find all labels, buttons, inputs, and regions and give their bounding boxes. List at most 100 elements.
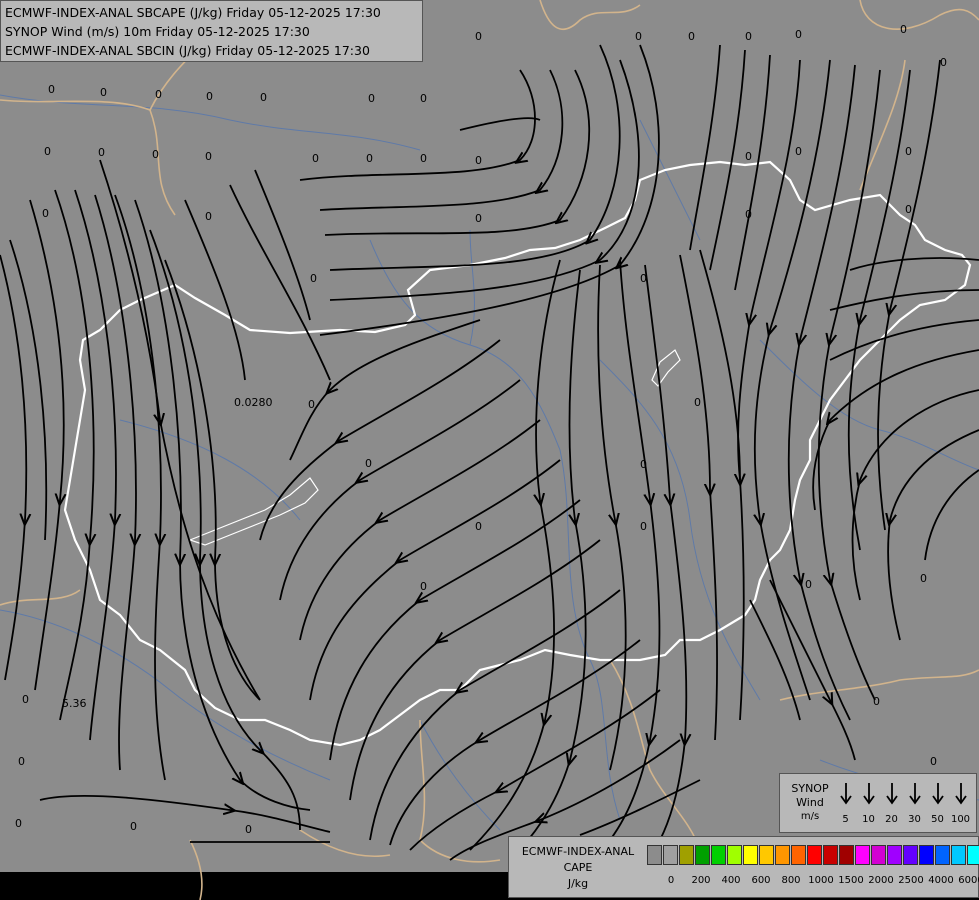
wind-arrow-icon: [885, 783, 898, 805]
wind-streamlines: [0, 44, 979, 861]
map-title-box: ECMWF-INDEX-ANAL SBCAPE (J/kg) Friday 05…: [0, 0, 423, 62]
cape-color-swatch: [950, 845, 966, 865]
cape-color-swatch: [902, 845, 918, 865]
map-value-label: 0: [905, 145, 912, 158]
map-value-label: 0: [930, 755, 937, 768]
cape-tick-label: 2500: [898, 875, 924, 886]
cape-legend-title-line2: CAPE: [563, 861, 593, 874]
cape-color-swatch: [758, 845, 775, 865]
wind-barb-50: 50: [926, 782, 949, 825]
cape-color-scale: [647, 845, 979, 865]
map-value-label: 0: [475, 30, 482, 43]
cape-tick-label: 0: [667, 875, 675, 886]
cape-tick-label: 1000: [808, 875, 834, 886]
wind-barb-5: 5: [834, 782, 857, 825]
map-value-label: 0: [640, 520, 647, 533]
map-value-label: 0: [745, 150, 752, 163]
map-value-label: 0: [48, 83, 55, 96]
map-value-label: 0: [260, 91, 267, 104]
map-value-label: 0: [155, 88, 162, 101]
map-value-label: 0: [15, 817, 22, 830]
cape-legend-unit: J/kg: [567, 877, 589, 890]
wind-speed-label: 30: [908, 814, 921, 825]
title-line-wind: SYNOP Wind (m/s) 10m Friday 05-12-2025 1…: [5, 24, 310, 39]
cape-legend: ECMWF-INDEX-ANAL CAPE J/kg 0 200 400 600 800…: [508, 836, 979, 898]
wind-speed-label: 100: [950, 814, 971, 825]
wind-legend-title: SYNOP Wind m/s: [782, 782, 838, 824]
wind-speed-label: 20: [885, 814, 898, 825]
map-value-label: 0: [940, 56, 947, 69]
map-value-label: 0: [312, 152, 319, 165]
cape-legend-title-line1: ECMWF-INDEX-ANAL: [521, 845, 635, 858]
cape-color-swatch: [726, 845, 743, 865]
wind-legend-title-line2: Wind: [796, 796, 824, 809]
cape-tick-label: 6000: [958, 875, 979, 886]
cape-legend-title: ECMWF-INDEX-ANAL CAPE J/kg: [513, 844, 643, 892]
map-value-label: 0: [42, 207, 49, 220]
wind-arrow-icon: [908, 783, 921, 805]
cape-color-swatch: [647, 845, 663, 865]
wind-speed-label: 5: [842, 814, 849, 825]
cape-tick-label: 2000: [868, 875, 894, 886]
wind-barb-100: 100: [949, 782, 972, 825]
map-value-label: 0: [420, 580, 427, 593]
wind-arrow-icon: [839, 783, 852, 805]
map-value-label: 0: [365, 457, 372, 470]
map-value-label: 0: [640, 458, 647, 471]
lake-balaton: [188, 477, 319, 546]
map-value-label: 0: [795, 145, 802, 158]
map-value-label: 0: [694, 396, 701, 409]
wind-legend: SYNOP Wind m/s 5 10 20 30 50 100: [779, 773, 977, 833]
cape-tick-label: 600: [751, 875, 771, 886]
map-value-label: 0: [688, 30, 695, 43]
wind-arrow-icon: [954, 783, 967, 805]
map-value-label: 5.36: [62, 697, 87, 710]
wind-barb-20: 20: [880, 782, 903, 825]
wind-speed-label: 10: [862, 814, 875, 825]
map-value-label: 0: [245, 823, 252, 836]
cape-color-swatch: [790, 845, 807, 865]
map-value-label: 0: [475, 520, 482, 533]
wind-arrow-icon: [931, 783, 944, 805]
map-value-label: 0: [206, 90, 213, 103]
map-value-label: 0: [475, 154, 482, 167]
weather-map-view: 0 0 0 0 0 0 0 0 0 0 0 0 0 0 0 0 0 0 0 0 …: [0, 0, 979, 900]
wind-speed-label: 50: [931, 814, 944, 825]
cape-tick-label: 800: [781, 875, 801, 886]
cape-tick-labels: 0 200 400 600 800 1000 1500 2000 2500 4000 6000: [647, 875, 979, 889]
map-value-label: 0: [308, 398, 315, 411]
cape-color-swatch: [662, 845, 679, 865]
map-value-label: 0: [805, 578, 812, 591]
cape-color-swatch: [966, 845, 979, 865]
map-value-label: 0: [205, 210, 212, 223]
cape-color-swatch: [854, 845, 870, 865]
cape-color-swatch: [742, 845, 759, 865]
map-value-label: 0: [100, 86, 107, 99]
map-value-label: 0: [795, 28, 802, 41]
map-value-label: 0: [18, 755, 25, 768]
wind-legend-title-line1: SYNOP: [791, 782, 829, 795]
cape-tick-label: 1500: [838, 875, 864, 886]
map-value-label: 0: [905, 203, 912, 216]
cape-color-swatch: [838, 845, 854, 865]
cape-color-swatch: [806, 845, 823, 865]
map-value-label: 0: [310, 272, 317, 285]
map-canvas[interactable]: 0 0 0 0 0 0 0 0 0 0 0 0 0 0 0 0 0 0 0 0 …: [0, 0, 979, 900]
wind-barb-30: 30: [903, 782, 926, 825]
map-value-label: 0: [745, 208, 752, 221]
cape-color-swatch: [934, 845, 950, 865]
map-value-label: 0: [22, 693, 29, 706]
cape-color-swatch: [678, 845, 695, 865]
map-value-label: 0: [640, 272, 647, 285]
title-line-cape: ECMWF-INDEX-ANAL SBCAPE (J/kg) Friday 05…: [5, 5, 381, 20]
map-value-label: 0: [900, 23, 907, 36]
cape-color-swatch: [822, 845, 839, 865]
map-value-label: 0: [920, 572, 927, 585]
cape-color-swatch: [694, 845, 711, 865]
map-value-label: 0: [420, 152, 427, 165]
map-value-label: 0: [475, 212, 482, 225]
cape-tick-label: 4000: [928, 875, 954, 886]
map-value-label: 0: [205, 150, 212, 163]
cape-color-swatch: [918, 845, 934, 865]
title-line-cin: ECMWF-INDEX-ANAL SBCIN (J/kg) Friday 05-…: [5, 43, 370, 58]
